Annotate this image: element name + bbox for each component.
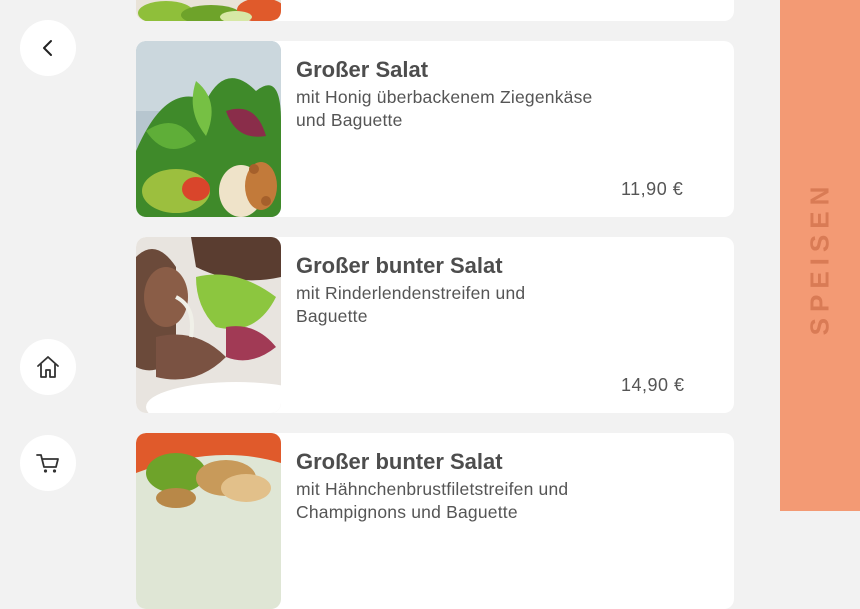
menu-item-title: Großer bunter Salat (296, 449, 503, 474)
menu-item-price: 11,90 € (621, 179, 684, 199)
home-button[interactable] (20, 339, 76, 395)
menu-item-image (136, 0, 281, 21)
menu-item-image (136, 237, 281, 413)
menu-item-title: Großer bunter Salat (296, 253, 503, 278)
back-button[interactable] (20, 20, 76, 76)
menu-list[interactable]: Großer Salat mit Honig überbackenem Zieg… (136, 0, 734, 609)
menu-item-image (136, 433, 281, 609)
menu-item-description: mit Hähnchenbrustfiletstreifen und Champ… (296, 479, 569, 522)
cart-icon (36, 454, 59, 473)
category-label: SPEISEN (804, 180, 835, 336)
menu-item-card[interactable] (136, 0, 734, 21)
category-sidebar: SPEISEN (780, 0, 860, 511)
cart-button[interactable] (20, 435, 76, 491)
menu-item-title: Großer Salat (296, 57, 429, 82)
menu-item-image (136, 41, 281, 217)
menu-item-card[interactable]: Großer bunter Salat mit Rinderlendenstre… (136, 237, 734, 413)
menu-item-description: mit Rinderlendenstreifen und Baguette (296, 283, 526, 326)
menu-item-card[interactable]: Großer bunter Salat mit Hähnchenbrustfil… (136, 433, 734, 609)
menu-item-description: mit Honig überbackenem Ziegenkäse und Ba… (296, 87, 593, 130)
home-icon (37, 356, 59, 378)
menu-item-card[interactable]: Großer Salat mit Honig überbackenem Zieg… (136, 41, 734, 217)
menu-item-price: 14,90 € (621, 375, 685, 395)
chevron-left-icon (43, 40, 52, 56)
